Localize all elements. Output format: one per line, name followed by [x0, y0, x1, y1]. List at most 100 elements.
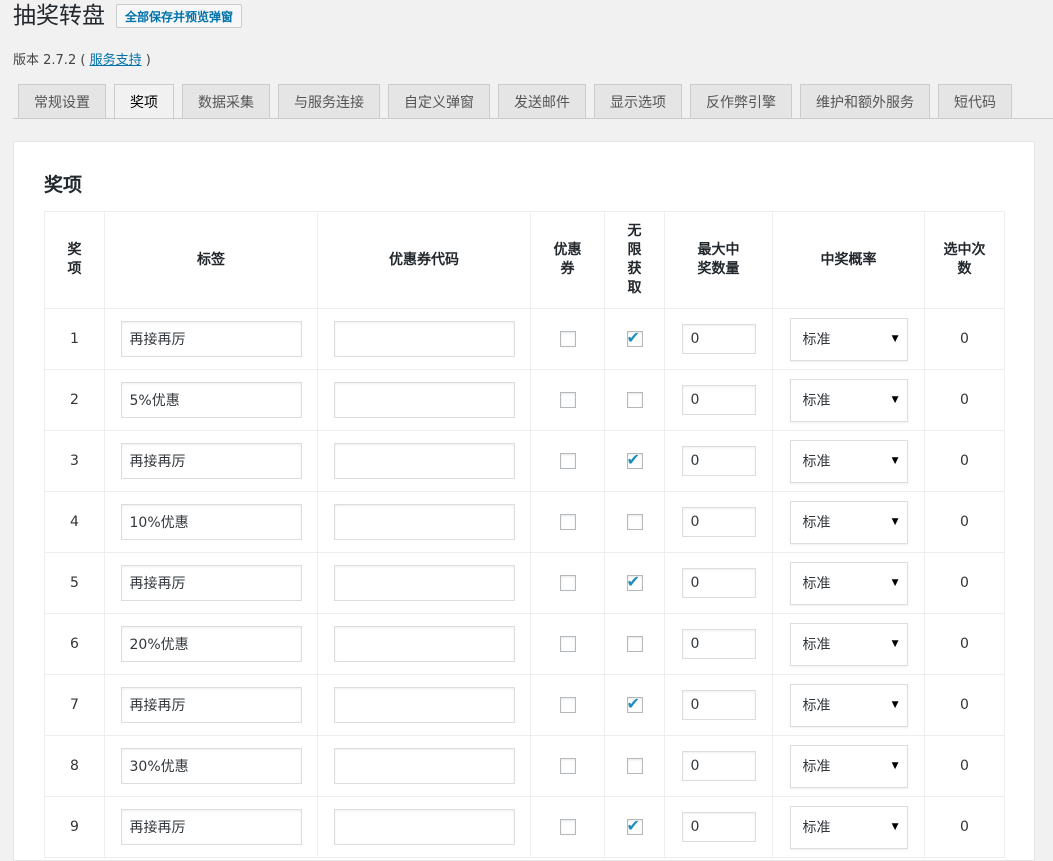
coupon-checkbox[interactable] [559, 758, 576, 774]
coupon-code-input[interactable] [333, 443, 515, 479]
unlimited-checkbox[interactable]: ✔ [626, 329, 643, 347]
tab-2[interactable]: 数据采集 [182, 84, 270, 119]
prize-label-input[interactable]: 20%优惠 [120, 626, 302, 662]
column-header: 中奖概率 [772, 211, 925, 309]
coupon-checkbox[interactable] [559, 453, 576, 469]
probability-select[interactable]: 标准 ▼ [789, 317, 908, 361]
coupon-code-input[interactable] [333, 626, 515, 662]
prize-label-input[interactable]: 30%优惠 [120, 748, 302, 784]
picked-count: 0 [924, 491, 1005, 553]
max-wins-input[interactable]: 0 [681, 629, 756, 659]
prize-index: 4 [44, 491, 105, 553]
coupon-code-input[interactable] [333, 687, 515, 723]
unlimited-checkbox[interactable]: ✔ [626, 816, 643, 835]
table-row: 7 再接再厉 ✔ 0 标准 ▼ 0 [44, 674, 1005, 736]
tab-6[interactable]: 显示选项 [594, 84, 682, 119]
probability-value: 标准 [802, 454, 831, 470]
unlimited-checkbox[interactable] [626, 392, 643, 408]
probability-value: 标准 [802, 637, 831, 653]
coupon-checkbox[interactable] [559, 636, 576, 652]
probability-value: 标准 [802, 820, 831, 836]
column-header: 优惠券 [530, 211, 605, 309]
probability-select[interactable]: 标准 ▼ [789, 744, 908, 788]
tab-7[interactable]: 反作弊引擎 [690, 84, 792, 119]
max-wins-input[interactable]: 0 [681, 507, 756, 537]
unlimited-checkbox[interactable]: ✔ [626, 695, 643, 713]
max-wins-input[interactable]: 0 [681, 751, 756, 781]
picked-count: 0 [924, 308, 1005, 370]
coupon-code-input[interactable] [333, 565, 515, 601]
coupon-code-input[interactable] [333, 321, 515, 357]
version-text: 版本 2.7.2 ( [13, 53, 86, 68]
coupon-code-input[interactable] [333, 382, 515, 418]
save-preview-button[interactable]: 全部保存并预览弹窗 [116, 4, 243, 28]
prize-label-input[interactable]: 再接再厉 [120, 687, 302, 723]
coupon-code-input[interactable] [333, 748, 515, 784]
section-title: 奖项 [44, 174, 83, 196]
tab-9[interactable]: 短代码 [938, 84, 1012, 119]
prize-label-input[interactable]: 10%优惠 [120, 504, 302, 540]
probability-select[interactable]: 标准 ▼ [789, 378, 908, 422]
prizes-panel: 奖项 奖项 标签 优惠券代码 优惠券 无限获取 最大中奖数量 中奖概率 选中次数… [13, 141, 1035, 861]
unlimited-checkbox[interactable] [626, 758, 643, 774]
tab-4[interactable]: 自定义弹窗 [388, 84, 490, 119]
table-row: 8 30%优惠 0 标准 ▼ 0 [44, 735, 1005, 797]
tab-0[interactable]: 常规设置 [18, 84, 106, 119]
coupon-checkbox[interactable] [559, 819, 576, 835]
prize-label-input[interactable]: 再接再厉 [120, 443, 302, 479]
coupon-code-input[interactable] [333, 504, 515, 540]
coupon-checkbox[interactable] [559, 331, 576, 347]
max-wins-input[interactable]: 0 [681, 385, 756, 415]
unlimited-checkbox[interactable]: ✔ [626, 450, 643, 469]
column-header: 无限获取 [604, 211, 665, 309]
prize-label-input[interactable]: 再接再厉 [120, 809, 302, 845]
prize-index: 6 [44, 613, 105, 675]
probability-select[interactable]: 标准 ▼ [789, 622, 908, 666]
probability-select[interactable]: 标准 ▼ [789, 805, 908, 849]
checkmark-icon: ✔ [626, 450, 640, 469]
prize-label-input[interactable]: 5%优惠 [120, 382, 302, 418]
page-header: 抽奖转盘 全部保存并预览弹窗 [13, 0, 243, 32]
tab-8[interactable]: 维护和额外服务 [800, 84, 930, 119]
table-row: 1 再接再厉 ✔ 0 标准 ▼ 0 [44, 308, 1005, 370]
max-wins-input[interactable]: 0 [681, 324, 756, 354]
coupon-checkbox[interactable] [559, 514, 576, 530]
tab-1[interactable]: 奖项 [114, 84, 174, 120]
probability-value: 标准 [802, 515, 831, 531]
column-header: 选中次数 [924, 211, 1005, 309]
max-wins-input[interactable]: 0 [681, 446, 756, 476]
probability-select[interactable]: 标准 ▼ [789, 439, 908, 483]
picked-count: 0 [924, 613, 1005, 675]
probability-select[interactable]: 标准 ▼ [789, 500, 908, 544]
probability-select[interactable]: 标准 ▼ [789, 561, 908, 605]
unlimited-checkbox[interactable] [626, 514, 643, 530]
coupon-checkbox[interactable] [559, 575, 576, 591]
probability-select[interactable]: 标准 ▼ [789, 683, 908, 727]
picked-count: 0 [924, 674, 1005, 736]
page-title: 抽奖转盘 [13, 3, 105, 29]
dropdown-arrow-icon: ▼ [891, 517, 899, 527]
prize-index: 5 [44, 552, 105, 614]
dropdown-arrow-icon: ▼ [891, 578, 899, 588]
coupon-checkbox[interactable] [559, 697, 576, 713]
coupon-checkbox[interactable] [559, 392, 576, 408]
unlimited-checkbox[interactable]: ✔ [626, 573, 643, 591]
support-link[interactable]: 服务支持 [90, 53, 142, 68]
coupon-code-input[interactable] [333, 809, 515, 845]
max-wins-input[interactable]: 0 [681, 690, 756, 720]
checkmark-icon: ✔ [626, 816, 640, 835]
max-wins-input[interactable]: 0 [681, 568, 756, 598]
dropdown-arrow-icon: ▼ [891, 700, 899, 710]
probability-value: 标准 [802, 576, 831, 592]
max-wins-input[interactable]: 0 [681, 812, 756, 842]
prize-label-input[interactable]: 再接再厉 [120, 321, 302, 357]
tab-3[interactable]: 与服务连接 [278, 84, 380, 119]
prize-label-input[interactable]: 再接再厉 [120, 565, 302, 601]
prize-index: 1 [44, 308, 105, 370]
tab-5[interactable]: 发送邮件 [498, 84, 586, 119]
unlimited-checkbox[interactable] [626, 636, 643, 652]
settings-tabs: 常规设置 奖项 数据采集 与服务连接 自定义弹窗 发送邮件 显示选项 反作弊引擎 维护和额外服务… [18, 84, 1020, 120]
picked-count: 0 [924, 796, 1005, 858]
dropdown-arrow-icon: ▼ [891, 334, 899, 344]
column-header: 优惠券代码 [317, 211, 531, 309]
